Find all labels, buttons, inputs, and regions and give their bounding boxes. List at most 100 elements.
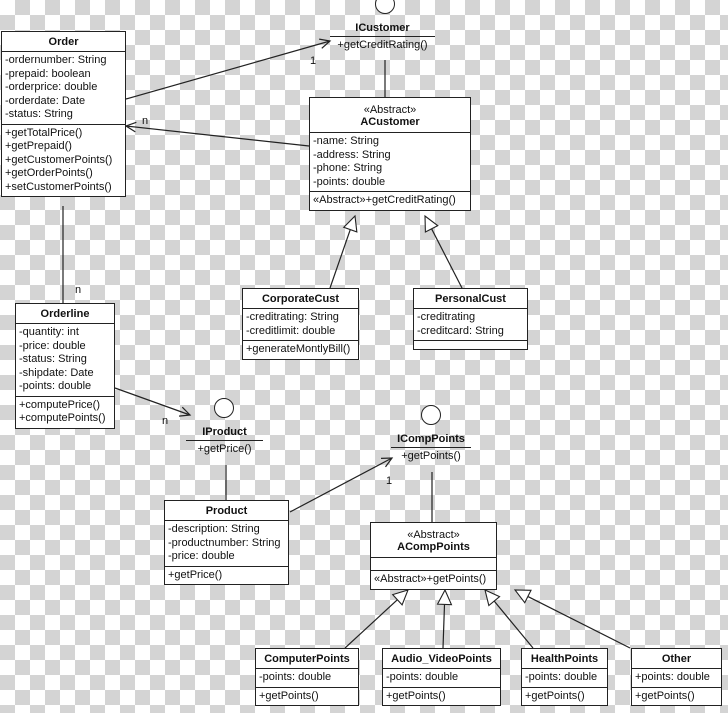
attribute: -shipdate: Date xyxy=(19,366,94,379)
attribute: -creditlimit: double xyxy=(246,324,336,337)
attributes-section: -points: double xyxy=(256,669,358,688)
class-name: Order xyxy=(48,36,79,48)
class-acomppoints: «Abstract» ACompPoints «Abstract»+getPoint… xyxy=(370,522,497,590)
class-computerpoints: ComputerPoints -points: double +getPoints(… xyxy=(255,648,359,706)
class-healthpoints: HealthPoints -points: double +getPoints() xyxy=(521,648,608,706)
generalization-line xyxy=(493,600,534,649)
class-name: Orderline xyxy=(40,308,90,320)
method: +getPoints() xyxy=(635,689,695,702)
attribute: -prepaid: boolean xyxy=(5,67,91,80)
attribute: -productnumber: String xyxy=(168,536,281,549)
attribute: -price: double xyxy=(168,550,235,562)
method: +getPrice() xyxy=(197,443,252,455)
class-corporatecust: CorporateCust -creditrating: String -credi… xyxy=(242,288,359,360)
attributes-section: -name: String -address: String -phone: Str… xyxy=(310,133,470,192)
generalization-line xyxy=(329,229,351,289)
class-header: Orderline xyxy=(16,304,114,324)
methods-section: +getPoints() xyxy=(383,688,500,706)
class-acustomer: «Abstract» ACustomer -name: String -address… xyxy=(309,97,471,211)
generalization-line xyxy=(344,599,399,649)
methods-section xyxy=(414,341,527,349)
attribute: +points: double xyxy=(635,671,710,683)
class-header: Order xyxy=(2,32,125,52)
attributes-section: -creditrating -creditcard: String xyxy=(414,309,527,341)
attribute: -orderdate: Date xyxy=(5,94,86,107)
association-line xyxy=(125,40,331,100)
class-product: Product -description: String -productnumbe… xyxy=(164,500,289,585)
class-orderline: Orderline -quantity: int -price: double -st… xyxy=(15,303,115,429)
methods-section: +getPrice() xyxy=(165,567,288,585)
class-name: ACompPoints xyxy=(397,541,470,553)
generalization-line xyxy=(442,603,446,649)
hollow-triangle-arrowhead-icon xyxy=(342,214,358,233)
method: +getPoints() xyxy=(525,689,585,702)
class-name: Other xyxy=(661,653,692,665)
attribute: -creditrating: String xyxy=(246,311,339,323)
generalization-line xyxy=(527,595,631,649)
multiplicity-label: 1 xyxy=(310,55,317,67)
attributes-section: -quantity: int -price: double -status: Str… xyxy=(16,324,114,397)
methods-section: «Abstract»+getPoints() xyxy=(371,571,496,589)
methods-section: +computePrice() +computePoints() xyxy=(16,397,114,428)
class-name: CorporateCust xyxy=(261,293,339,305)
method: +getTotalPrice() xyxy=(5,126,83,139)
method: +getOrderPoints() xyxy=(5,167,93,179)
methods-section: +getPoints() xyxy=(632,688,721,706)
attributes-section: -points: double xyxy=(522,669,607,688)
hollow-triangle-arrowhead-icon xyxy=(436,588,453,606)
stereotype: «Abstract» xyxy=(407,529,460,541)
method: +computePoints() xyxy=(19,412,106,424)
attributes-section: +points: double xyxy=(632,669,721,688)
class-header: Other xyxy=(632,649,721,669)
multiplicity-label: n xyxy=(75,284,82,296)
interface-name: ICompPoints xyxy=(391,433,471,448)
methods-section: +getPoints() xyxy=(522,688,607,706)
attribute: -points: double xyxy=(19,380,92,392)
method: +getPoints() xyxy=(401,450,461,462)
multiplicity-label: 1 xyxy=(386,475,393,487)
attribute: -points: double xyxy=(525,671,598,683)
association-line xyxy=(114,387,191,416)
methods-section: +generateMontlyBill() xyxy=(243,341,358,359)
attributes-section: -points: double xyxy=(383,669,500,688)
class-header: «Abstract» ACustomer xyxy=(310,98,470,133)
methods-section: «Abstract»+getCreditRating() xyxy=(310,192,470,210)
class-header: ComputerPoints xyxy=(256,649,358,669)
methods-section: +getTotalPrice() +getPrepaid() +getCustome… xyxy=(2,125,125,197)
class-header: CorporateCust xyxy=(243,289,358,309)
interface-circle-icon xyxy=(421,405,441,425)
attribute: -points: double xyxy=(386,671,459,683)
generalization-line xyxy=(430,228,463,289)
attribute: -phone: String xyxy=(313,162,383,174)
interface-circle-icon xyxy=(214,398,234,418)
attribute: -ordernumber: String xyxy=(5,54,107,66)
attribute: -description: String xyxy=(168,523,260,535)
attribute: -address: String xyxy=(313,148,391,161)
association-line xyxy=(125,125,310,147)
method: +getPoints() xyxy=(259,689,319,702)
class-name: Product xyxy=(205,505,248,517)
class-name: ACustomer xyxy=(360,116,420,128)
methods-section: +getPoints() xyxy=(256,688,358,706)
attributes-section: -creditrating: String -creditlimit: doubl… xyxy=(243,309,358,341)
attributes-section: -description: String -productnumber: Stri… xyxy=(165,521,288,567)
attribute: -price: double xyxy=(19,339,86,352)
attribute: -points: double xyxy=(313,175,386,188)
method: «Abstract»+getCreditRating() xyxy=(313,194,456,206)
interface-iproduct: IProduct +getPrice() xyxy=(186,426,263,455)
attributes-section xyxy=(371,558,496,571)
class-name: ComputerPoints xyxy=(264,653,350,665)
attribute: -name: String xyxy=(313,135,380,147)
association-line xyxy=(289,457,393,513)
class-order: Order -ordernumber: String -prepaid: boole… xyxy=(1,31,126,197)
class-header: Product xyxy=(165,501,288,521)
class-name: PersonalCust xyxy=(435,293,506,305)
method: +setCustomerPoints() xyxy=(5,180,112,193)
class-personalcust: PersonalCust -creditrating -creditcard: St… xyxy=(413,288,528,350)
class-header: Audio_VideoPoints xyxy=(383,649,500,669)
method: +getPrepaid() xyxy=(5,140,72,152)
attribute: -quantity: int xyxy=(19,326,79,338)
attribute: -creditcard: String xyxy=(417,324,504,337)
method: +getPoints() xyxy=(386,689,446,702)
attribute: -orderprice: double xyxy=(5,81,98,93)
